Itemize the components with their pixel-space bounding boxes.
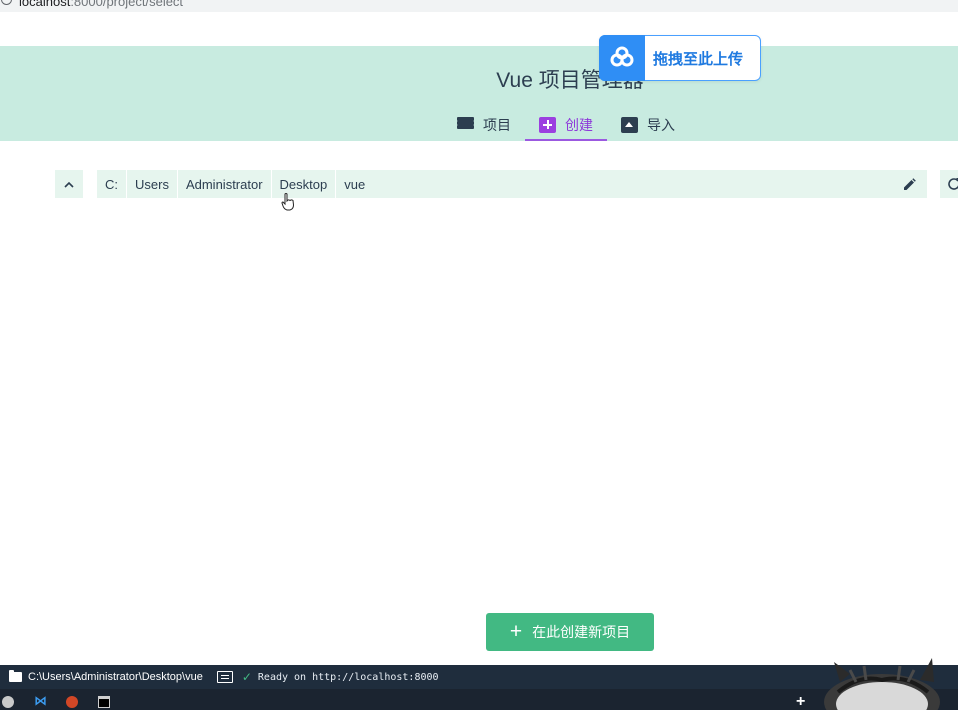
mascot-character-image (824, 658, 940, 710)
page: localhost:8000/project/select Vue 项目管理器 … (0, 0, 958, 710)
tab-import[interactable]: 导入 (607, 108, 689, 141)
edit-path-button[interactable] (899, 174, 919, 194)
check-icon: ✓ (241, 670, 252, 684)
list-icon (457, 116, 474, 133)
url-path: :8000/project/select (70, 0, 184, 9)
chevron-up-icon (64, 181, 74, 188)
refresh-button[interactable] (940, 170, 958, 198)
create-project-button[interactable]: + 在此创建新项目 (486, 613, 654, 651)
server-status: Ready on http://localhost:8000 (257, 671, 439, 683)
tab-create[interactable]: 创建 (525, 108, 607, 141)
upload-drop-badge[interactable]: 拖拽至此上传 (599, 35, 761, 81)
folder-up-button[interactable] (55, 170, 83, 198)
chrome-icon[interactable] (2, 696, 14, 708)
pencil-icon (903, 177, 916, 190)
status-bar: C:\Users\Administrator\Desktop\vue ✓ Rea… (0, 665, 958, 689)
tab-label: 导入 (647, 116, 675, 133)
terminal-log-icon[interactable] (216, 671, 233, 683)
url-host: localhost (19, 0, 71, 9)
page-title: Vue 项目管理器 (496, 69, 644, 92)
upload-badge-label: 拖拽至此上传 (653, 50, 744, 68)
powerpoint-icon[interactable] (66, 696, 78, 708)
path-breadcrumb: C: Users Administrator Desktop vue (97, 170, 927, 198)
path-crumb[interactable]: Users (127, 170, 178, 198)
hand-cursor-icon (281, 193, 295, 211)
site-info-icon[interactable] (1, 0, 12, 5)
terminal-icon[interactable] (98, 696, 110, 708)
path-crumb[interactable]: Administrator (178, 170, 272, 198)
url-text[interactable]: localhost:8000/project/select (19, 0, 183, 9)
current-directory[interactable]: C:\Users\Administrator\Desktop\vue (28, 671, 203, 683)
plus-icon: + (509, 619, 523, 643)
baidu-netdisk-cloud-icon (599, 35, 645, 81)
tab-projects[interactable]: 项目 (443, 108, 525, 141)
vscode-icon[interactable]: ⋈ (34, 694, 47, 707)
plus-icon[interactable]: + (796, 693, 814, 710)
app-header: Vue 项目管理器 项目 创建 导入 (0, 46, 958, 141)
path-crumb[interactable]: C: (97, 170, 127, 198)
tab-label: 项目 (483, 116, 511, 133)
path-crumb[interactable]: vue (336, 170, 373, 198)
main-tabs: 项目 创建 导入 (443, 108, 689, 141)
refresh-icon (948, 178, 958, 190)
add-box-icon (539, 116, 556, 133)
create-project-label: 在此创建新项目 (532, 624, 631, 640)
unarchive-icon (621, 116, 638, 133)
tab-label: 创建 (565, 116, 593, 133)
folder-icon (9, 670, 22, 682)
browser-address-bar[interactable]: localhost:8000/project/select (0, 0, 958, 12)
os-taskbar: ⋈ + (0, 689, 958, 710)
